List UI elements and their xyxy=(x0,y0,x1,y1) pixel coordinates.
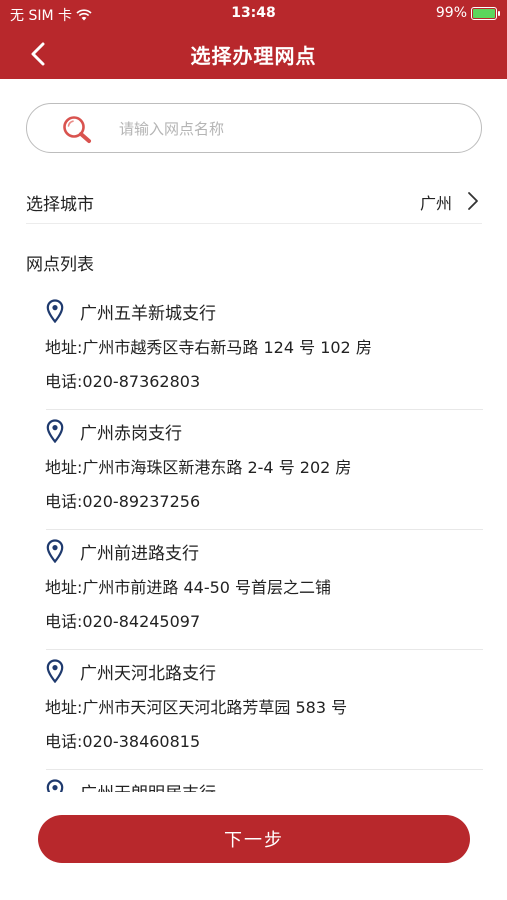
nav-bar: 选择办理网点 xyxy=(0,28,507,79)
branch-address: 地址:广州市前进路 44-50 号首层之二铺 xyxy=(45,578,332,597)
battery-percent: 99% xyxy=(435,5,467,21)
branch-list-item[interactable]: 广州五羊新城支行 地址:广州市越秀区寺右新马路 124 号 102 房 电话:0… xyxy=(0,290,507,410)
branch-list-item[interactable]: 广州天河北路支行 地址:广州市天河区天河北路芳草园 583 号 电话:020-3… xyxy=(0,650,507,770)
battery-level xyxy=(473,8,495,18)
branch-phone: 电话:020-84245097 xyxy=(45,612,201,631)
page-title: 选择办理网点 xyxy=(190,44,317,68)
branch-address: 地址:广州市越秀区寺右新马路 124 号 102 房 xyxy=(45,338,372,357)
chevron-right-icon xyxy=(468,192,478,210)
search-icon xyxy=(63,116,91,143)
branch-list-item[interactable]: 广州天朗明居支行 xyxy=(0,770,507,792)
location-pin-icon xyxy=(46,659,64,683)
location-pin-icon xyxy=(46,299,64,323)
next-step-button[interactable]: 下一步 xyxy=(38,815,470,863)
battery-icon xyxy=(471,6,500,20)
select-city-row[interactable]: 选择城市 广州 xyxy=(26,178,482,224)
status-time: 13:48 xyxy=(231,5,276,21)
header: 无 SIM 卡 13:48 99% 选择办理网点 xyxy=(0,0,507,79)
branch-list-title: 网点列表 xyxy=(26,255,94,275)
branch-name: 广州天朗明居支行 xyxy=(80,779,216,792)
branch-phone: 电话:020-38460815 xyxy=(45,732,201,751)
search-box[interactable] xyxy=(26,103,482,153)
branch-phone: 电话:020-87362803 xyxy=(45,372,201,391)
select-city-label: 选择城市 xyxy=(26,195,94,215)
status-bar: 无 SIM 卡 13:48 99% xyxy=(0,0,507,28)
location-pin-icon xyxy=(46,779,64,792)
status-right: 99% xyxy=(435,5,500,21)
branch-list: 广州五羊新城支行 地址:广州市越秀区寺右新马路 124 号 102 房 电话:0… xyxy=(0,290,507,792)
branch-address: 地址:广州市海珠区新港东路 2-4 号 202 房 xyxy=(45,458,352,477)
branch-address: 地址:广州市天河区天河北路芳草园 583 号 xyxy=(45,698,348,717)
selected-city-value: 广州 xyxy=(419,194,452,213)
branch-name: 广州天河北路支行 xyxy=(80,664,216,684)
location-pin-icon xyxy=(46,539,64,563)
branch-name: 广州前进路支行 xyxy=(80,544,199,564)
branch-name: 广州五羊新城支行 xyxy=(80,304,216,324)
branch-phone: 电话:020-89237256 xyxy=(45,492,201,511)
branch-list-item[interactable]: 广州前进路支行 地址:广州市前进路 44-50 号首层之二铺 电话:020-84… xyxy=(0,530,507,650)
branch-name: 广州赤岗支行 xyxy=(80,424,182,444)
search-input[interactable] xyxy=(119,116,459,142)
location-pin-icon xyxy=(46,419,64,443)
branch-list-item[interactable]: 广州赤岗支行 地址:广州市海珠区新港东路 2-4 号 202 房 电话:020-… xyxy=(0,410,507,530)
